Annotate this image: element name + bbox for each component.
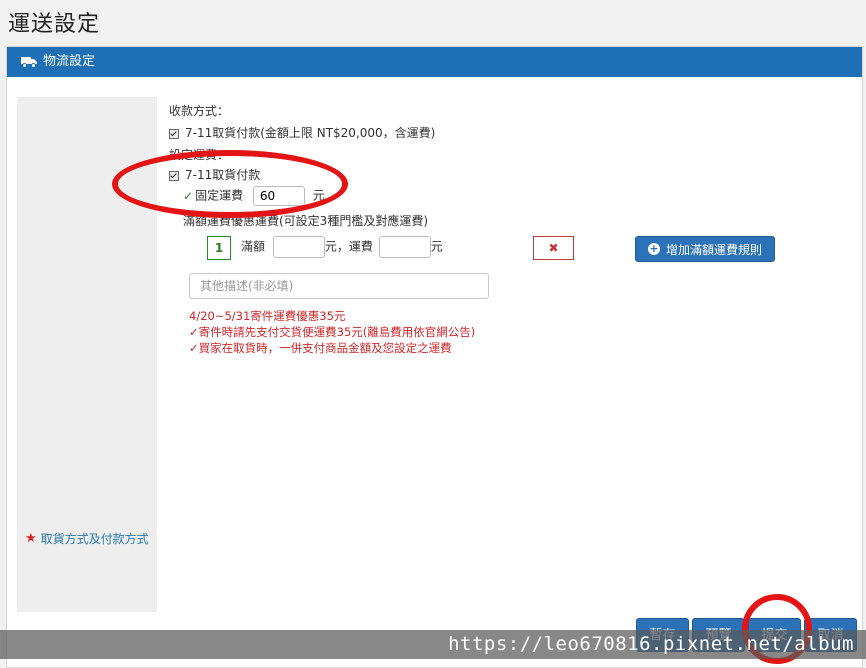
other-description-input[interactable] xyxy=(189,273,489,299)
prepay-note-text: 寄件時請先支付交貨便運費35元(離島費用依官網公告) xyxy=(198,325,476,339)
threshold-unit: 元，運費 xyxy=(324,239,373,254)
prepay-note: ✓寄件時請先支付交貨便運費35元(離島費用依官網公告) xyxy=(189,324,475,340)
threshold-label: 滿額 xyxy=(241,239,266,254)
threshold-rule-row: 滿額 元，運費 元 xyxy=(241,236,443,258)
buyer-pay-note-text: 買家在取貨時，一併支付商品金額及您設定之運費 xyxy=(198,341,452,355)
collection-checkbox[interactable] xyxy=(169,128,179,139)
panel-header-label: 物流設定 xyxy=(43,54,96,69)
panel-header: 物流設定 xyxy=(7,47,862,77)
truck-icon xyxy=(21,57,37,68)
close-icon: ✖ xyxy=(548,241,559,255)
rule-number-badge: 1 xyxy=(207,236,231,260)
checkmark-icon: ✓ xyxy=(189,325,199,339)
logistics-panel: 物流設定 ★ 取貨方式及付款方式 收款方式： 7-11取貨付款(金額上限 NT$… xyxy=(6,46,863,668)
fee-unit: 元 xyxy=(430,239,443,254)
checkmark-icon: ✓ xyxy=(189,341,199,355)
collection-option-label: 7-11取貨付款(金額上限 NT$20,000，含運費) xyxy=(185,126,436,140)
threshold-fee-input[interactable] xyxy=(378,236,431,258)
annotation-circle-fixed-fee xyxy=(112,150,348,218)
sidebar-item-label: 取貨方式及付款方式 xyxy=(40,532,149,546)
delete-rule-button[interactable]: ✖ xyxy=(533,236,574,260)
plus-circle-icon: + xyxy=(648,242,660,255)
page-title: 運送設定 xyxy=(8,12,101,37)
watermark: https://leo670816.pixnet.net/album xyxy=(0,630,866,659)
buyer-pay-note: ✓買家在取貨時，一併支付商品金額及您設定之運費 xyxy=(189,340,452,356)
add-rule-label: 增加滿額運費規則 xyxy=(666,242,763,257)
sidebar-item-delivery-payment[interactable]: ★ 取貨方式及付款方式 xyxy=(25,530,149,547)
collection-heading: 收款方式： xyxy=(169,104,230,118)
collection-option[interactable]: 7-11取貨付款(金額上限 NT$20,000，含運費) xyxy=(169,124,435,141)
promo-note: 4/20~5/31寄件運費優惠35元 xyxy=(189,309,346,323)
add-threshold-rule-button[interactable]: + 增加滿額運費規則 xyxy=(635,236,776,262)
threshold-amount-input[interactable] xyxy=(272,236,325,258)
star-icon: ★ xyxy=(25,531,37,546)
